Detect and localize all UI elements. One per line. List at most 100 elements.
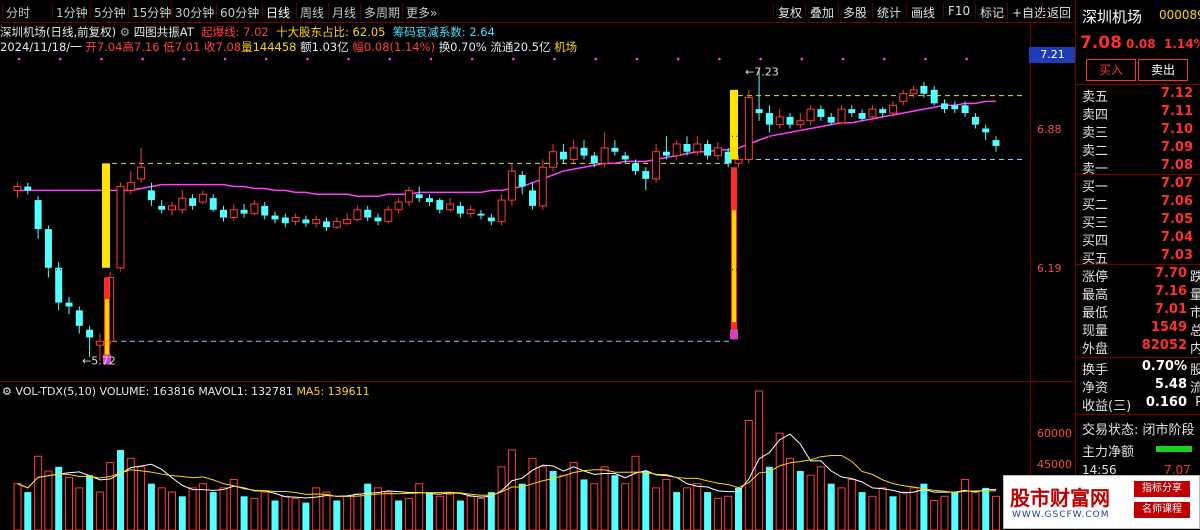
- period-tab[interactable]: 60分钟: [220, 4, 259, 21]
- period-tab[interactable]: 1分钟: [56, 4, 88, 21]
- volume-bar: [889, 496, 897, 530]
- candle-body: [384, 209, 393, 222]
- signal-dot: [924, 57, 927, 61]
- sell-button[interactable]: 卖出: [1138, 59, 1188, 81]
- float-label: 流通20.5亿: [490, 40, 551, 54]
- candle-body: [951, 105, 959, 110]
- volume-bar: [518, 483, 526, 530]
- period-tab[interactable]: 分时: [6, 4, 30, 21]
- candle-body: [291, 217, 300, 222]
- volume-bar: [673, 492, 681, 530]
- indicator-name[interactable]: 四图共振AT: [134, 25, 194, 39]
- shareholder-label: 十大股东占比: 62.05: [276, 25, 386, 39]
- signal-spike: [732, 210, 736, 323]
- watermark-tag2: 名师课程: [1134, 502, 1190, 518]
- volume-bar: [909, 487, 918, 530]
- candle-body: [240, 209, 248, 214]
- candlestick-chart[interactable]: ←7.23 ←5.72: [0, 55, 1030, 380]
- quote-row[interactable]: 卖四 7.11: [1080, 104, 1200, 123]
- stock-title: 深圳机场(日线,前复权): [0, 25, 117, 39]
- quote-row[interactable]: 买二 7.06: [1080, 194, 1200, 213]
- quote-row[interactable]: 外盘 82052 内: [1080, 338, 1200, 357]
- period-tab[interactable]: 更多»: [406, 4, 437, 21]
- candle-body: [24, 186, 32, 191]
- quote-row[interactable]: 换手 0.70% 股: [1080, 359, 1200, 378]
- period-tab[interactable]: 5分钟: [94, 4, 126, 21]
- quote-row[interactable]: 现量 1549 总: [1080, 320, 1200, 339]
- quote-row[interactable]: 买四 7.04: [1080, 230, 1200, 249]
- signal-dot: [17, 57, 21, 61]
- candle-body: [899, 93, 908, 102]
- price-axis: 7.21 6.88 6.19 60000 45000 30000: [1029, 22, 1076, 530]
- candle-body: [271, 215, 279, 220]
- period-tab[interactable]: 月线: [332, 4, 356, 21]
- signal-dot: [841, 57, 845, 61]
- volume-bar: [806, 474, 815, 530]
- toolbar-button[interactable]: 返回: [1047, 4, 1071, 21]
- date-label: 2024/11/18/一: [0, 40, 82, 54]
- volume-label: 量144458: [241, 40, 297, 54]
- candle-body: [806, 108, 815, 122]
- quote-row-value: 5.48: [1154, 377, 1187, 392]
- period-tab[interactable]: 多周期: [364, 4, 400, 21]
- candle-body: [168, 205, 176, 211]
- volume-bar: [858, 492, 866, 530]
- volume-bar: [446, 493, 455, 530]
- quote-row[interactable]: 净资 5.48 流: [1080, 377, 1200, 396]
- candle-body: [672, 143, 681, 157]
- signal-dot: [470, 57, 474, 61]
- period-tab[interactable]: 周线: [300, 4, 324, 21]
- candle-body: [755, 109, 763, 114]
- quote-row-value: 7.01: [1154, 302, 1187, 317]
- quote-row-value: 7.11: [1160, 104, 1193, 119]
- quote-row[interactable]: 买一 7.07: [1080, 176, 1200, 195]
- toolbar-button[interactable]: +自选: [1012, 4, 1046, 21]
- quote-row[interactable]: 卖五 7.12: [1080, 86, 1200, 105]
- volume-bar: [847, 478, 856, 530]
- volume-tick: 45000: [1037, 458, 1072, 471]
- toolbar-button[interactable]: 复权: [778, 4, 802, 21]
- quote-row-value: 0.70%: [1141, 359, 1187, 374]
- volume-bar: [693, 483, 702, 530]
- volume-bar: [982, 487, 990, 530]
- candle-body: [662, 151, 670, 156]
- volume-bar: [364, 483, 372, 530]
- volume-bar: [765, 466, 773, 530]
- quote-row[interactable]: 买三 7.05: [1080, 212, 1200, 231]
- candle-body: [518, 174, 526, 187]
- toolbar-button[interactable]: 叠加: [810, 4, 834, 21]
- quote-row[interactable]: 卖三 7.10: [1080, 122, 1200, 141]
- volume-bar: [538, 466, 547, 530]
- toolbar-button[interactable]: 标记: [980, 4, 1004, 21]
- period-tab[interactable]: 日线: [266, 4, 290, 21]
- volume-bar: [878, 487, 887, 530]
- quote-row[interactable]: 收益(三) 0.160 P: [1080, 395, 1200, 414]
- volume-bar: [44, 470, 53, 530]
- toolbar-button[interactable]: 多股: [843, 4, 867, 21]
- quote-row[interactable]: 卖二 7.09: [1080, 140, 1200, 159]
- buy-button[interactable]: 买入: [1086, 59, 1136, 81]
- gear-icon[interactable]: ⚙: [120, 25, 134, 39]
- candle-body: [250, 203, 259, 215]
- candle-body: [775, 116, 784, 126]
- quote-row[interactable]: 最高 7.16 量: [1080, 284, 1200, 303]
- toolbar-button[interactable]: 统计: [877, 4, 901, 21]
- toolbar-button[interactable]: 画线: [911, 4, 935, 21]
- volume-chart[interactable]: [0, 383, 1030, 530]
- period-tab[interactable]: 15分钟: [132, 4, 171, 21]
- quote-row[interactable]: 涨停 7.70 跌: [1080, 266, 1200, 285]
- quote-row[interactable]: 最低 7.01 市: [1080, 302, 1200, 321]
- quote-row-suffix: 总: [1189, 324, 1200, 339]
- toolbar-button[interactable]: F10: [948, 4, 970, 18]
- quote-row-label: 卖二: [1082, 144, 1109, 159]
- sector-label[interactable]: 机场: [554, 40, 577, 54]
- volume-bar: [198, 483, 207, 530]
- volume-bar: [477, 497, 485, 530]
- candle-body: [683, 143, 691, 152]
- volume-bar: [549, 471, 557, 530]
- volume-bar: [930, 500, 939, 530]
- volume-bar: [322, 491, 331, 530]
- period-tab[interactable]: 30分钟: [175, 4, 214, 21]
- signal-dot: [594, 57, 598, 61]
- main-flow-label: 主力净额: [1082, 445, 1135, 460]
